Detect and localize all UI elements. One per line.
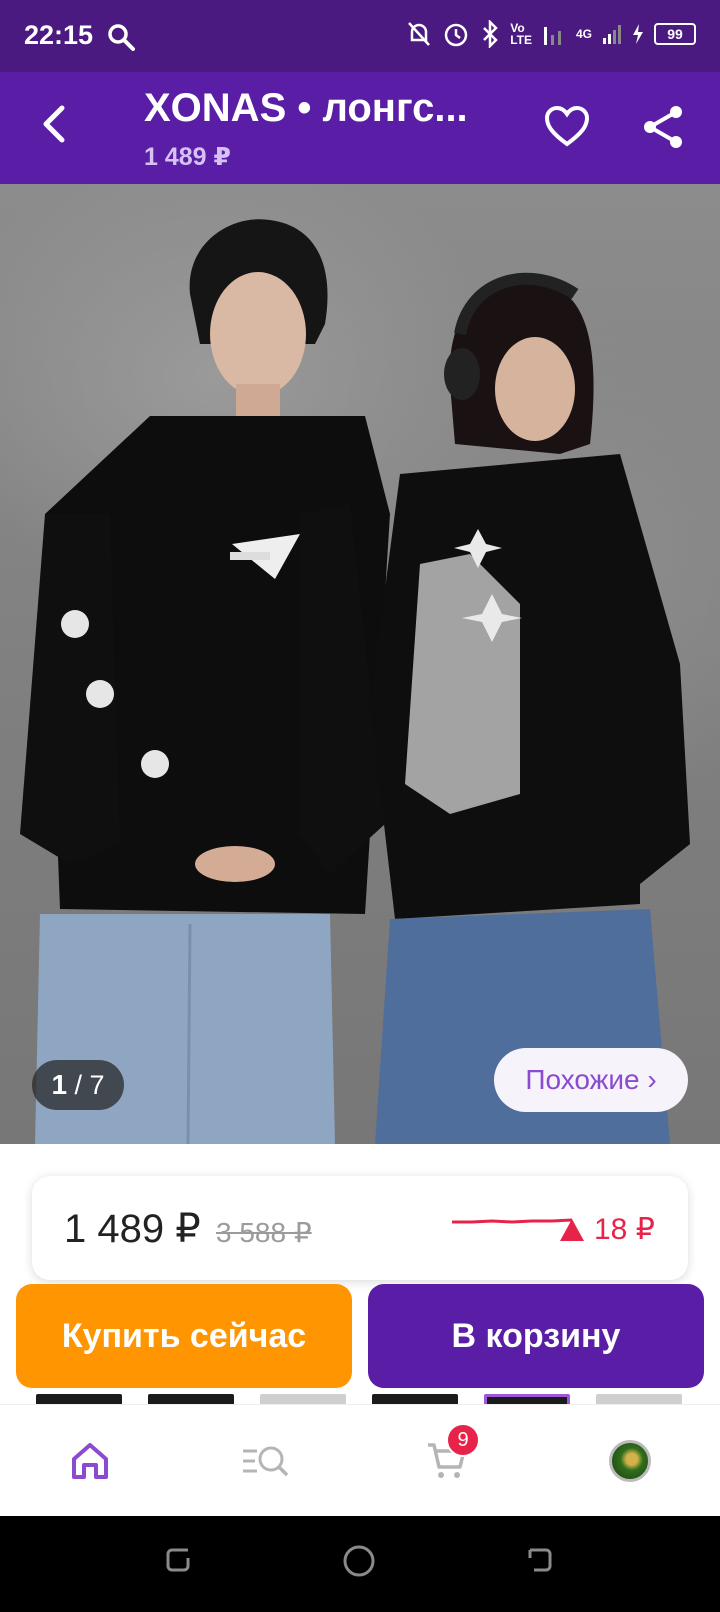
volte-indicator: Vo LTE <box>510 21 532 47</box>
charging-icon <box>633 24 643 44</box>
recent-apps-icon[interactable] <box>162 1544 194 1576</box>
profile-avatar <box>609 1440 651 1482</box>
search-icon <box>106 22 136 57</box>
price-change: 18 ₽ <box>560 1212 655 1247</box>
old-price: 3 588 ₽ <box>216 1217 312 1248</box>
alarm-icon <box>444 23 468 47</box>
image-counter: 1 / 7 <box>32 1060 124 1110</box>
nav-catalog[interactable] <box>236 1431 296 1491</box>
favorite-button[interactable] <box>542 102 592 152</box>
system-navigation-bar <box>0 1516 720 1612</box>
network-type: 4G <box>575 27 592 41</box>
product-photo[interactable]: 1 / 7 Похожие › <box>0 184 720 1144</box>
header-price: 1 489 ₽ <box>144 143 231 171</box>
share-icon <box>644 106 682 148</box>
bluetooth-icon <box>483 20 498 48</box>
top-app-bar: XONAS • лонгс... 1 489 ₽ <box>0 72 720 184</box>
mute-notifications-icon <box>408 22 431 46</box>
product-title: XONAS • лонгс... <box>144 86 468 130</box>
product-image <box>20 219 690 1144</box>
home-circle-icon[interactable] <box>342 1544 376 1578</box>
triangle-up-icon <box>560 1218 584 1241</box>
nav-profile[interactable] <box>600 1431 660 1491</box>
add-to-cart-button[interactable]: В корзину <box>368 1284 704 1388</box>
catalog-search-icon <box>243 1446 289 1477</box>
current-price: 1 489 ₽ <box>64 1207 201 1251</box>
nav-home[interactable] <box>60 1431 120 1491</box>
signal-icon-2 <box>603 25 621 44</box>
bottom-navigation: 9 <box>0 1404 720 1516</box>
nav-cart[interactable]: 9 <box>416 1423 480 1491</box>
cart-badge: 9 <box>446 1423 480 1457</box>
back-button[interactable] <box>36 102 76 146</box>
battery-icon: 99 <box>654 23 696 45</box>
price-trend-line <box>452 1218 572 1224</box>
price-card[interactable]: 1 489 ₽ 3 588 ₽ 18 ₽ <box>32 1176 688 1280</box>
status-time: 22:15 <box>24 20 94 50</box>
buy-now-button[interactable]: Купить сейчас <box>16 1284 352 1388</box>
signal-icon <box>543 27 561 45</box>
share-button[interactable] <box>638 102 688 152</box>
similar-button[interactable]: Похожие › <box>494 1048 688 1112</box>
back-arrow-icon <box>43 105 65 143</box>
home-icon <box>72 1443 108 1479</box>
status-bar: 22:15 Vo LTE 4G 99 <box>0 0 720 72</box>
heart-icon <box>544 105 590 147</box>
back-nav-icon[interactable] <box>524 1544 556 1576</box>
status-icons: Vo LTE 4G 99 <box>406 20 696 48</box>
